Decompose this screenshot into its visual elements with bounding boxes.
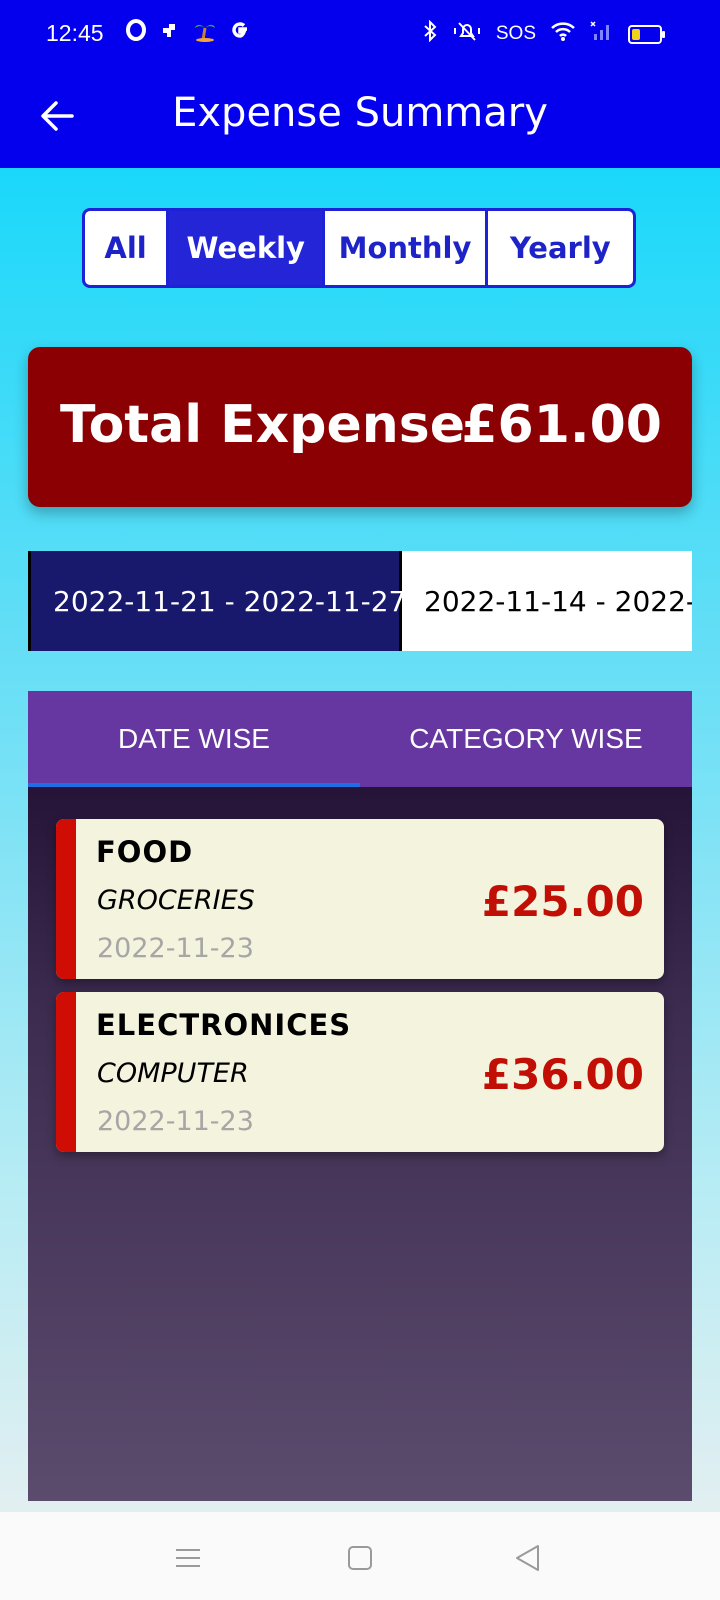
- total-expense-amount: £61.00: [461, 395, 662, 455]
- expense-subcategory: GROCERIES: [97, 885, 255, 916]
- back-nav-button[interactable]: [508, 1538, 548, 1578]
- filter-monthly-button[interactable]: Monthly: [325, 211, 485, 285]
- notification-icons: [125, 18, 251, 48]
- google-icon: [229, 19, 251, 47]
- wifi-icon: [550, 20, 576, 48]
- home-square-icon: [348, 1546, 372, 1570]
- week-chip-selected[interactable]: 2022-11-21 - 2022-11-27: [28, 551, 406, 651]
- filter-yearly-button[interactable]: Yearly: [487, 211, 633, 285]
- expense-amount: £36.00: [481, 1050, 644, 1099]
- expense-category: FOOD: [96, 835, 194, 869]
- category-stripe: [56, 819, 76, 979]
- expense-subcategory: COMPUTER: [97, 1058, 249, 1089]
- back-triangle-icon: [516, 1545, 539, 1571]
- bluetooth-icon: [422, 19, 438, 48]
- filter-all-button[interactable]: All: [85, 211, 167, 285]
- system-icons: SOS: [422, 19, 665, 48]
- expense-amount: £25.00: [481, 877, 644, 926]
- total-expense-card: Total Expense £61.00: [28, 347, 692, 507]
- filter-weekly-button[interactable]: Weekly: [169, 211, 323, 285]
- signal-icon: [590, 20, 614, 48]
- expense-date: 2022-11-23: [97, 933, 254, 964]
- recents-button[interactable]: [168, 1538, 208, 1578]
- sos-label: SOS: [495, 23, 536, 44]
- week-chip[interactable]: 2022-11-14 - 2022-11-20: [402, 551, 692, 651]
- menu-icon: [176, 1549, 200, 1567]
- tab-category-wise[interactable]: CATEGORY WISE: [360, 691, 692, 787]
- expense-category: ELECTRONICES: [96, 1008, 352, 1042]
- period-filter: All Weekly Monthly Yearly: [82, 208, 636, 288]
- tab-bar: DATE WISE CATEGORY WISE: [28, 691, 692, 787]
- expense-item[interactable]: ELECTRONICES COMPUTER 2022-11-23 £36.00: [56, 992, 664, 1152]
- expense-date: 2022-11-23: [97, 1106, 254, 1137]
- expense-list-panel: DATE WISE CATEGORY WISE FOOD GROCERIES 2…: [28, 691, 692, 1501]
- week-selector[interactable]: 2022-11-21 - 2022-11-27 2022-11-14 - 202…: [28, 551, 692, 651]
- opera-icon: [125, 19, 147, 47]
- total-expense-label: Total Expense: [60, 395, 465, 455]
- system-nav-bar: [0, 1512, 720, 1600]
- app-bar: Expense Summary: [0, 70, 720, 168]
- palm-tree-icon: [193, 18, 217, 48]
- status-bar: 12:45 SOS: [0, 0, 720, 70]
- page-title: Expense Summary: [172, 90, 548, 136]
- vibrate-mute-icon: [452, 20, 482, 48]
- tab-date-wise[interactable]: DATE WISE: [28, 691, 360, 787]
- category-stripe: [56, 992, 76, 1152]
- battery-icon: [628, 24, 665, 44]
- teams-icon: [159, 19, 181, 47]
- home-button[interactable]: [340, 1538, 380, 1578]
- expense-item[interactable]: FOOD GROCERIES 2022-11-23 £25.00: [56, 819, 664, 979]
- status-time: 12:45: [46, 20, 104, 46]
